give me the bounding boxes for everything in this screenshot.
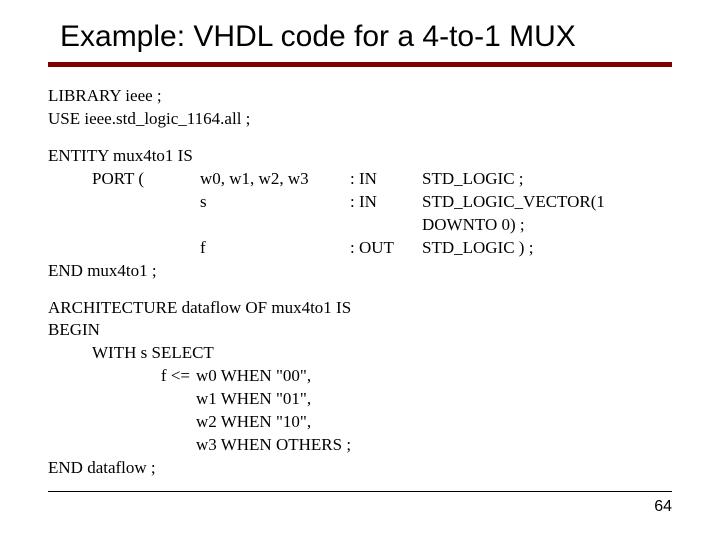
port-row: s : IN STD_LOGIC_VECTOR(1 DOWNTO 0) ; [48,191,672,237]
code-line: BEGIN [48,319,672,342]
port-direction: : IN [350,168,422,191]
port-type: STD_LOGIC ; [422,168,672,191]
port-row: PORT ( w0, w1, w2, w3 : IN STD_LOGIC ; [48,168,672,191]
code-line: ENTITY mux4to1 IS [48,145,672,168]
code-line: ARCHITECTURE dataflow OF mux4to1 IS [48,297,672,320]
select-row: w3 WHEN OTHERS ; [48,434,672,457]
code-line: END dataflow ; [48,457,672,480]
assign-lead: f <= [128,365,196,388]
select-row: w1 WHEN "01", [48,388,672,411]
port-row: f : OUT STD_LOGIC ) ; [48,237,672,260]
code-line: USE ieee.std_logic_1164.all ; [48,108,672,131]
select-case: w0 WHEN "00", [196,365,311,388]
port-signal: w0, w1, w2, w3 [200,168,350,191]
slide: Example: VHDL code for a 4-to-1 MUX LIBR… [0,0,720,540]
select-case: w3 WHEN OTHERS ; [196,434,351,457]
select-case: w2 WHEN "10", [196,411,311,434]
select-row: f <= w0 WHEN "00", [48,365,672,388]
code-line: END mux4to1 ; [48,260,672,283]
title-rule [48,62,672,67]
slide-title: Example: VHDL code for a 4-to-1 MUX [48,20,672,54]
code-line: LIBRARY ieee ; [48,85,672,108]
code-line: WITH s SELECT [48,342,672,365]
port-direction: : OUT [350,237,422,260]
port-type: STD_LOGIC ) ; [422,237,672,260]
port-signal: s [200,191,350,237]
port-keyword: PORT ( [92,168,200,191]
page-number: 64 [654,498,672,516]
select-row: w2 WHEN "10", [48,411,672,434]
footer-rule [48,491,672,492]
port-direction: : IN [350,191,422,237]
port-type: STD_LOGIC_VECTOR(1 DOWNTO 0) ; [422,191,672,237]
select-case: w1 WHEN "01", [196,388,311,411]
slide-body: LIBRARY ieee ; USE ieee.std_logic_1164.a… [48,85,672,480]
port-signal: f [200,237,350,260]
